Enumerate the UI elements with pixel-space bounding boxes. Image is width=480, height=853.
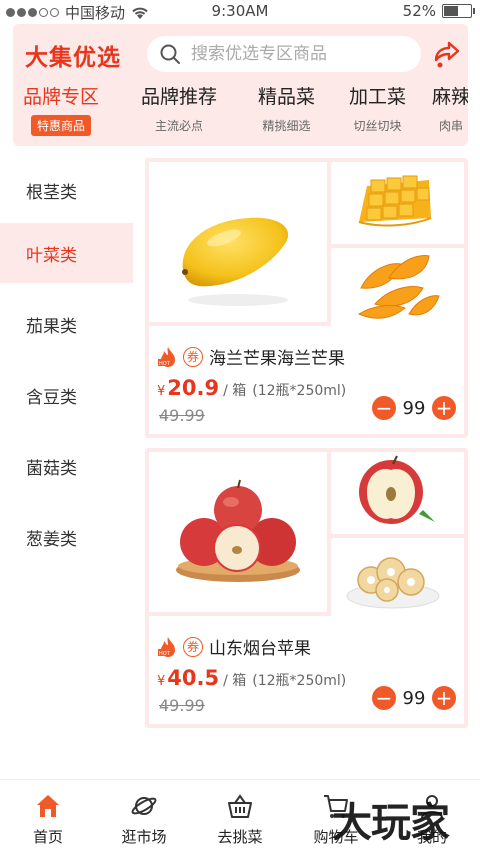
price-unit: / 箱 — [223, 673, 247, 689]
hot-icon: HOT — [158, 636, 175, 657]
product-thumb-image — [331, 248, 464, 330]
product-card[interactable]: HOT 券 山东烟台苹果 ¥ 40.5 / 箱 (12瓶*250ml) 49.9… — [145, 448, 468, 728]
original-price: 49.99 — [159, 406, 205, 425]
category-sidebar: 根茎类 叶菜类 茄果类 含豆类 菌菇类 葱姜类 — [0, 160, 133, 578]
planet-icon — [131, 797, 157, 815]
tab-label: 逛市场 — [121, 828, 167, 846]
watermark-text: 大玩家 — [332, 799, 450, 846]
original-price: 49.99 — [159, 696, 205, 715]
header-card: 大集优选 品牌专区 特惠商品 品牌推荐 主流必点 精品菜 精挑细选 加工菜 切丝… — [13, 24, 468, 146]
tab-label: 去挑菜 — [217, 828, 263, 846]
app-logo: 大集优选 — [25, 44, 121, 71]
tab-subtitle: 肉串 — [439, 119, 464, 133]
search-icon — [160, 44, 180, 64]
price-unit: / 箱 — [223, 383, 247, 399]
category-tabs: 品牌专区 特惠商品 品牌推荐 主流必点 精品菜 精挑细选 加工菜 切丝切块 麻辣… — [13, 82, 468, 142]
tab-title: 精品菜 — [258, 86, 316, 108]
product-name: 山东烟台苹果 — [209, 639, 311, 659]
product-main-image — [149, 452, 327, 612]
tab-subtitle: 精挑细选 — [262, 119, 311, 133]
increase-button[interactable]: + — [432, 686, 456, 710]
sidebar-item-leafy-veg[interactable]: 叶菜类 — [0, 223, 133, 283]
product-thumb-image — [331, 452, 464, 534]
tab-brand-recommend[interactable]: 品牌推荐 主流必点 — [141, 82, 217, 134]
product-spec: (12瓶*250ml) — [252, 673, 347, 689]
currency-symbol: ¥ — [157, 674, 166, 689]
tab-title: 品牌推荐 — [141, 86, 218, 108]
hot-icon: HOT — [158, 346, 175, 367]
tab-subtitle: 主流必点 — [155, 119, 204, 133]
apple-half-image — [359, 455, 435, 524]
tab-premium-veg[interactable]: 精品菜 精挑细选 — [258, 82, 315, 134]
tab-subtitle: 特惠商品 — [31, 115, 92, 136]
tab-pick-veg[interactable]: 去挑菜 — [192, 780, 288, 853]
product-main-image — [149, 162, 327, 322]
tab-home[interactable]: 首页 — [0, 780, 96, 853]
search-bar[interactable] — [147, 36, 421, 72]
status-bar: 中国移动 9:30AM 52% — [0, 0, 480, 24]
product-thumb-image — [331, 538, 464, 620]
mango-cubes-image — [358, 175, 432, 227]
apples-image — [176, 479, 300, 582]
battery-percent: 52% — [402, 2, 436, 20]
sidebar-item-root-veg[interactable]: 根茎类 — [0, 160, 133, 220]
product-card[interactable]: HOT 券 海兰芒果海兰芒果 ¥ 20.9 / 箱 (12瓶*250ml) 49… — [145, 158, 468, 438]
dried-mango-image — [357, 255, 440, 319]
home-icon — [37, 795, 59, 817]
svg-text:HOT: HOT — [159, 361, 171, 367]
apple-chips-image — [346, 557, 440, 609]
product-price: 40.5 — [167, 666, 220, 690]
tab-brand-zone[interactable]: 品牌专区 特惠商品 — [23, 82, 99, 136]
tab-processed-veg[interactable]: 加工菜 切丝切块 — [349, 82, 406, 134]
quantity-stepper: − 99 + — [372, 396, 456, 420]
tab-market[interactable]: 逛市场 — [96, 780, 192, 853]
sidebar-item-solanaceous[interactable]: 茄果类 — [0, 294, 133, 354]
product-price: 20.9 — [167, 376, 220, 400]
mango-image — [182, 217, 289, 306]
product-name: 海兰芒果海兰芒果 — [209, 349, 345, 369]
tab-title: 加工菜 — [349, 86, 407, 108]
search-input[interactable] — [191, 44, 411, 64]
tab-title: 麻辣 — [432, 86, 468, 108]
product-spec: (12瓶*250ml) — [252, 383, 347, 399]
decrease-button[interactable]: − — [372, 396, 396, 420]
battery-icon — [442, 4, 475, 18]
tab-spicy[interactable]: 麻辣 肉串 — [432, 82, 468, 134]
product-thumb-image — [331, 162, 464, 244]
coupon-badge: 券 — [183, 346, 203, 367]
quantity-value: 99 — [402, 687, 426, 709]
coupon-badge: 券 — [183, 636, 203, 657]
sidebar-item-legumes[interactable]: 含豆类 — [0, 365, 133, 425]
tab-title: 品牌专区 — [23, 86, 100, 108]
increase-button[interactable]: + — [432, 396, 456, 420]
sidebar-item-onion-ginger[interactable]: 葱姜类 — [0, 507, 133, 567]
basket-icon — [228, 794, 252, 818]
decrease-button[interactable]: − — [372, 686, 396, 710]
quantity-stepper: − 99 + — [372, 686, 456, 710]
quantity-value: 99 — [402, 397, 426, 419]
svg-text:HOT: HOT — [159, 651, 171, 657]
share-icon[interactable] — [430, 40, 460, 70]
sidebar-item-mushrooms[interactable]: 菌菇类 — [0, 436, 133, 496]
tab-subtitle: 切丝切块 — [353, 119, 402, 133]
tab-label: 首页 — [32, 828, 63, 846]
currency-symbol: ¥ — [157, 384, 166, 399]
